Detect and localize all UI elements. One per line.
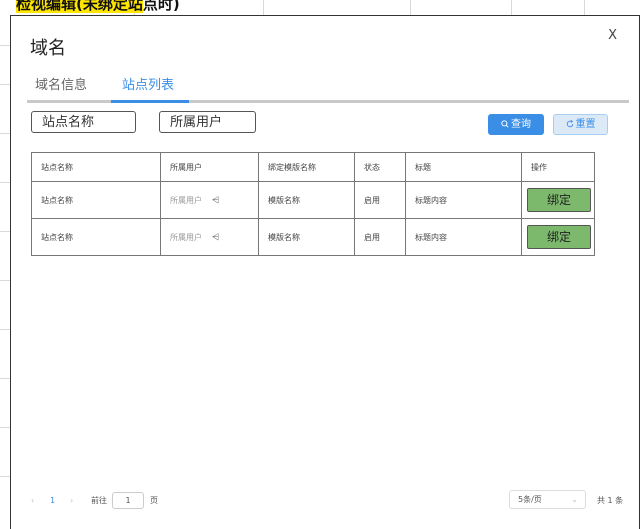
page-size-select[interactable]: 5条/页 ⌄ bbox=[509, 490, 586, 509]
user-value: 所属用户 bbox=[170, 232, 202, 242]
grid-line bbox=[0, 231, 10, 232]
query-button[interactable]: 查询 bbox=[488, 114, 544, 135]
reset-label: 重置 bbox=[575, 119, 596, 130]
grid-line bbox=[0, 133, 10, 134]
goto-label: 前往 bbox=[91, 496, 107, 505]
search-icon bbox=[501, 120, 509, 128]
banner-rest: 点时) bbox=[142, 0, 180, 13]
cell-status: 启用 bbox=[354, 218, 406, 256]
send-icon[interactable]: ⩤ bbox=[212, 233, 219, 243]
refresh-icon bbox=[566, 119, 573, 128]
banner-highlight: 检视编辑(未绑定站 bbox=[16, 0, 143, 13]
close-button[interactable]: X bbox=[608, 28, 617, 43]
grid-line bbox=[263, 0, 264, 16]
header-action: 操作 bbox=[521, 152, 595, 182]
user-value: 所属用户 bbox=[170, 195, 202, 205]
cell-action: 绑定 bbox=[521, 218, 595, 256]
cell-site-name: 站点名称 bbox=[31, 218, 161, 256]
domain-dialog: 域名 X 域名信息 站点列表 站点名称 所属用户 查询 重置 站点名称 所属用户… bbox=[10, 15, 640, 529]
tab-domain-info[interactable]: 域名信息 bbox=[35, 74, 87, 93]
cell-status: 启用 bbox=[354, 181, 406, 219]
grid-line bbox=[0, 84, 10, 85]
grid-line bbox=[0, 427, 10, 428]
header-template: 绑定模版名称 bbox=[258, 152, 355, 182]
cell-template: 模版名称 bbox=[258, 218, 355, 256]
user-input[interactable]: 所属用户 bbox=[159, 111, 256, 133]
grid-line bbox=[0, 280, 10, 281]
dialog-title: 域名 bbox=[30, 38, 66, 59]
query-label: 查询 bbox=[511, 119, 531, 130]
tab-bar: 域名信息 站点列表 bbox=[27, 72, 629, 103]
next-page-button[interactable]: › bbox=[70, 493, 73, 509]
site-table: 站点名称 所属用户 绑定模版名称 状态 标题 操作 站点名称 所属用户 ⩤ 模版名… bbox=[31, 152, 595, 256]
table-row: 站点名称 所属用户 ⩤ 模版名称 启用 标题内容 绑定 bbox=[31, 218, 595, 256]
send-icon[interactable]: ⩤ bbox=[212, 196, 219, 206]
bind-button[interactable]: 绑定 bbox=[527, 188, 591, 212]
cell-action: 绑定 bbox=[521, 181, 595, 219]
header-title: 标题 bbox=[405, 152, 522, 182]
goto-page-input[interactable]: 1 bbox=[112, 492, 144, 509]
grid-line bbox=[0, 45, 10, 46]
grid-line bbox=[0, 182, 10, 183]
cell-user[interactable]: 所属用户 ⩤ bbox=[160, 181, 259, 219]
header-user: 所属用户 bbox=[160, 152, 259, 182]
grid-line bbox=[584, 0, 585, 16]
total-count: 共 1 条 bbox=[597, 496, 624, 505]
site-name-input[interactable]: 站点名称 bbox=[31, 111, 136, 133]
header-site-name: 站点名称 bbox=[31, 152, 161, 182]
cell-title: 标题内容 bbox=[405, 181, 522, 219]
page-banner-title: 检视编辑(未绑定站点时) bbox=[16, 0, 180, 14]
tab-site-list[interactable]: 站点列表 bbox=[122, 74, 174, 93]
chevron-down-icon: ⌄ bbox=[571, 495, 578, 504]
grid-line bbox=[410, 0, 411, 16]
table-header-row: 站点名称 所属用户 绑定模版名称 状态 标题 操作 bbox=[31, 152, 595, 182]
table-row: 站点名称 所属用户 ⩤ 模版名称 启用 标题内容 绑定 bbox=[31, 181, 595, 219]
grid-line bbox=[0, 329, 10, 330]
bind-button[interactable]: 绑定 bbox=[527, 225, 591, 249]
prev-page-button[interactable]: ‹ bbox=[31, 493, 34, 509]
active-tab-indicator bbox=[111, 100, 189, 103]
goto-unit-label: 页 bbox=[150, 496, 158, 505]
cell-template: 模版名称 bbox=[258, 181, 355, 219]
grid-line bbox=[0, 476, 10, 477]
grid-line bbox=[0, 378, 10, 379]
cell-site-name: 站点名称 bbox=[31, 181, 161, 219]
header-status: 状态 bbox=[354, 152, 406, 182]
cell-user[interactable]: 所属用户 ⩤ bbox=[160, 218, 259, 256]
page-number-current[interactable]: 1 bbox=[50, 493, 55, 509]
reset-button[interactable]: 重置 bbox=[553, 114, 608, 135]
cell-title: 标题内容 bbox=[405, 218, 522, 256]
grid-line bbox=[511, 0, 512, 16]
page-size-value: 5条/页 bbox=[518, 495, 542, 504]
